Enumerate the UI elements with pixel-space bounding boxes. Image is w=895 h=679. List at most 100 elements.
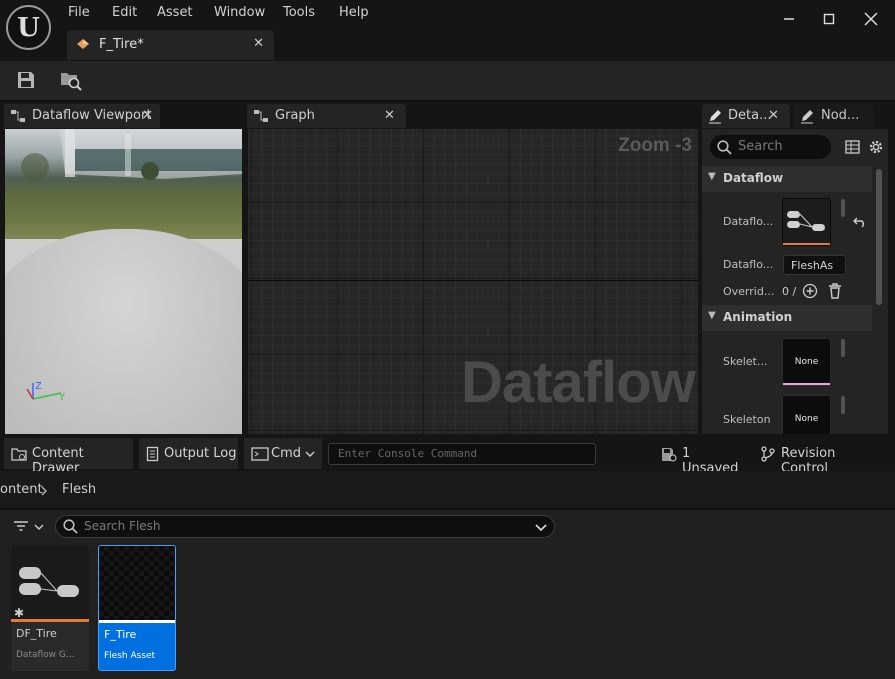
console-command-input[interactable]: Enter Console Command <box>328 443 596 465</box>
tab-label: Deta... <box>728 108 772 123</box>
asset-tab-f-tire[interactable]: F_Tire* ✕ <box>67 30 274 60</box>
close-tab-icon[interactable]: ✕ <box>142 108 153 123</box>
filter-icon <box>14 521 28 531</box>
tab-dataflow-viewport[interactable]: Dataflow Viewport ✕ <box>4 104 160 128</box>
table-view-icon[interactable] <box>845 140 860 154</box>
unsaved-file-icon <box>662 448 677 462</box>
tab-label: Graph <box>275 108 315 123</box>
category-label: Dataflow <box>723 171 784 185</box>
graph-icon <box>254 110 268 122</box>
menu-asset[interactable]: Asset <box>157 5 193 23</box>
asset-type: Dataflow G... <box>16 650 75 660</box>
dataflow-graph-icon <box>787 211 825 231</box>
output-log-button[interactable]: Output Log <box>139 438 238 469</box>
chevron-down-icon <box>305 451 315 457</box>
tab-label: Nod... <box>821 108 860 123</box>
close-tab-icon[interactable]: ✕ <box>253 36 264 51</box>
add-element-icon[interactable] <box>802 283 818 299</box>
inline-scroll <box>841 396 845 414</box>
maximize-button[interactable] <box>817 8 841 30</box>
category-animation[interactable]: ▼ Animation <box>702 305 872 331</box>
search-icon <box>717 140 732 155</box>
reset-to-default-icon[interactable] <box>853 216 867 228</box>
dataflow-type-field[interactable]: FleshAs <box>783 255 846 275</box>
breadcrumb-item[interactable]: ontent <box>0 482 43 497</box>
menu-tools[interactable]: Tools <box>283 5 315 23</box>
tab-graph[interactable]: Graph ✕ <box>247 104 406 128</box>
details-scrollbar[interactable] <box>876 169 882 305</box>
output-log-label: Output Log <box>164 446 237 461</box>
axis-gizmo-icon: Z Y <box>26 381 66 403</box>
prop-label: Skelet... <box>723 355 768 368</box>
asset-type-bar <box>11 619 89 622</box>
chevron-down-icon: ▼ <box>708 171 716 182</box>
svg-text:✱: ✱ <box>14 606 24 619</box>
save-button[interactable] <box>16 70 36 90</box>
graph-axis-line <box>248 280 698 281</box>
unsaved-button[interactable]: 1 Unsaved <box>649 438 749 476</box>
chevron-right-icon <box>41 486 47 496</box>
asset-tile-f-tire[interactable]: F_Tire Flesh Asset <box>98 545 176 671</box>
toolbar <box>0 61 895 101</box>
unreal-logo-icon[interactable]: U <box>6 5 51 50</box>
minimize-icon <box>784 18 794 20</box>
dataflow-viewport[interactable]: Z Y <box>5 129 242 434</box>
details-search-input[interactable]: Search <box>710 135 831 159</box>
browse-folder-icon <box>61 73 82 91</box>
tab-label: Dataflow Viewport <box>32 108 152 123</box>
dataflow-type-value: FleshAs <box>791 259 834 272</box>
flesh-asset-icon <box>77 39 89 49</box>
skeleton-thumbnail[interactable]: None <box>782 395 831 434</box>
chevron-down-icon <box>34 524 44 530</box>
graph-watermark: Dataflow <box>461 350 696 415</box>
building-backdrop <box>21 129 242 181</box>
filter-button[interactable] <box>10 516 48 538</box>
thumbnail-none-text: None <box>794 357 819 367</box>
tab-node-details[interactable]: Nod... <box>793 104 873 128</box>
search-placeholder: Search <box>738 139 783 154</box>
trash-icon[interactable] <box>828 283 842 299</box>
browse-to-asset-button[interactable] <box>59 69 83 91</box>
tab-details[interactable]: Deta... ✕ <box>702 104 790 128</box>
menu-file[interactable]: File <box>68 5 90 23</box>
inline-scroll <box>841 339 845 357</box>
prop-label: Dataflo... <box>723 258 774 271</box>
asset-tab-label: F_Tire* <box>99 37 144 52</box>
asset-tile-df-tire[interactable]: ✱ DF_Tire Dataflow G... <box>11 545 89 671</box>
asset-thumbnail: ✱ <box>11 545 89 619</box>
zoom-level-label: Zoom -3 <box>618 135 692 156</box>
settings-gear-icon[interactable] <box>868 139 884 155</box>
close-tab-icon[interactable]: ✕ <box>384 108 395 123</box>
close-icon <box>864 12 878 26</box>
maximize-icon <box>823 13 835 25</box>
cmd-dropdown[interactable]: Cmd <box>244 438 322 469</box>
dataflow-graph-canvas[interactable]: Zoom -3 Dataflow <box>248 129 698 434</box>
revision-control-button[interactable]: Revision Control <box>753 438 883 476</box>
terminal-icon <box>251 447 269 461</box>
menu-edit[interactable]: Edit <box>112 5 137 23</box>
asset-type-bar <box>783 383 830 385</box>
content-search-input[interactable]: Search Flesh <box>55 515 555 538</box>
minimize-button[interactable] <box>777 8 801 30</box>
menu-window[interactable]: Window <box>214 5 265 23</box>
category-dataflow[interactable]: ▼ Dataflow <box>702 166 872 192</box>
search-icon <box>63 519 78 534</box>
console-placeholder: Enter Console Command <box>338 447 478 460</box>
content-drawer-button[interactable]: Content Drawer <box>4 438 133 476</box>
prop-label: Dataflo... <box>723 215 774 228</box>
content-drawer-icon <box>11 448 27 461</box>
dataflow-asset-thumbnail[interactable] <box>782 198 831 246</box>
asset-name: F_Tire <box>104 628 137 641</box>
cmd-label: Cmd <box>271 446 301 461</box>
search-placeholder: Search Flesh <box>84 519 161 533</box>
inline-scroll <box>841 199 845 217</box>
close-window-button[interactable] <box>859 8 883 30</box>
breadcrumb-item[interactable]: Flesh <box>62 482 96 497</box>
branch-icon <box>761 446 775 462</box>
details-panel: Search ▼ Dataflow Dataflo... Dataflo... … <box>702 129 888 434</box>
asset-thumbnail <box>99 546 175 620</box>
skeletal-mesh-thumbnail[interactable]: None <box>782 338 831 386</box>
menu-help[interactable]: Help <box>339 5 369 23</box>
close-tab-icon[interactable]: ✕ <box>768 108 779 123</box>
override-count: 0 / <box>782 285 797 298</box>
